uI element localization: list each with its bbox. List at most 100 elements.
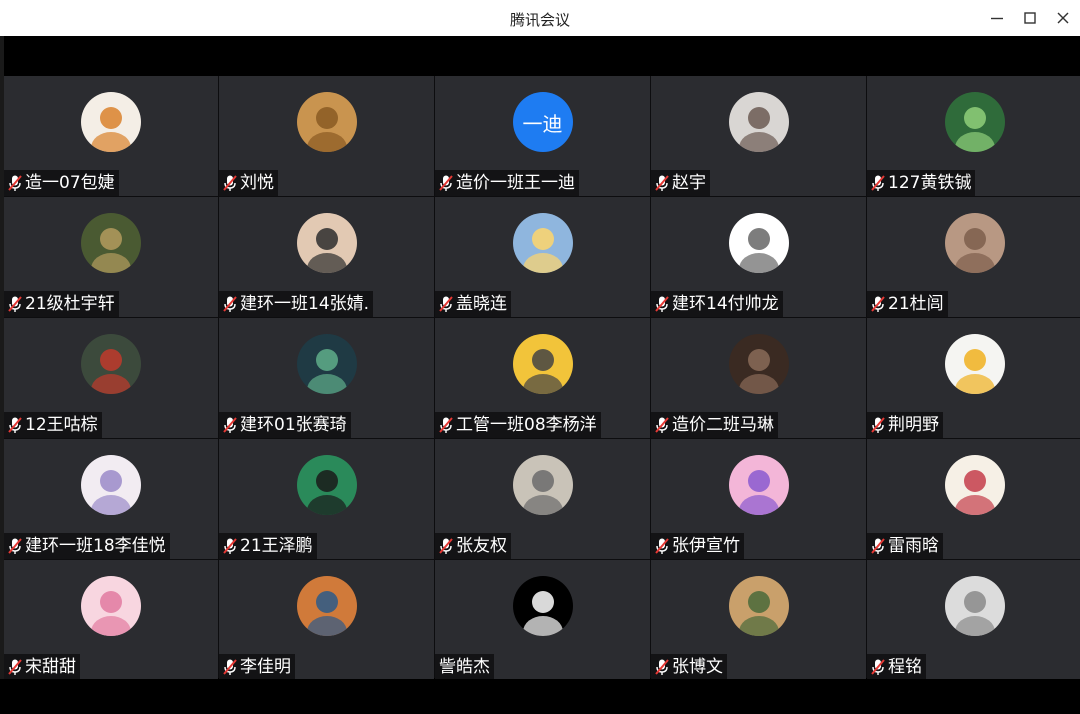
participant-name: 宋甜甜 bbox=[25, 657, 76, 677]
avatar bbox=[944, 455, 1005, 515]
avatar-image bbox=[738, 591, 779, 636]
avatar-image bbox=[954, 349, 995, 394]
mic-muted-icon bbox=[653, 294, 671, 314]
participant-tile[interactable]: 李佳明 bbox=[219, 560, 434, 680]
avatar bbox=[728, 213, 789, 273]
minimize-button[interactable] bbox=[984, 6, 1010, 30]
avatar-image bbox=[738, 349, 779, 394]
participant-tile[interactable]: 建环01张赛琦 bbox=[219, 318, 434, 438]
participant-tile[interactable]: 荆明野 bbox=[867, 318, 1080, 438]
participant-name: 张友权 bbox=[456, 536, 507, 556]
avatar-image bbox=[954, 470, 995, 515]
mic-muted-icon bbox=[653, 173, 671, 193]
mic-muted-icon bbox=[869, 173, 887, 193]
name-tag: 盖晓连 bbox=[435, 291, 511, 317]
close-button[interactable] bbox=[1050, 6, 1076, 30]
participant-tile[interactable]: 赵宇 bbox=[651, 76, 866, 196]
name-tag: 程铭 bbox=[867, 654, 926, 680]
participant-tile[interactable]: 12王咕棕 bbox=[4, 318, 218, 438]
participant-tile[interactable]: 张博文 bbox=[651, 560, 866, 680]
name-tag: 建环一班14张婧. bbox=[219, 291, 374, 317]
participant-name: 訾皓杰 bbox=[439, 657, 490, 677]
avatar-image bbox=[306, 591, 347, 636]
minimize-icon bbox=[991, 17, 1003, 20]
mic-muted-icon bbox=[221, 657, 239, 677]
participant-name: 12王咕棕 bbox=[25, 415, 98, 435]
participant-name: 工管一班08李杨洋 bbox=[456, 415, 597, 435]
avatar-image bbox=[91, 349, 131, 394]
participant-name: 张伊宣竹 bbox=[672, 536, 740, 556]
name-tag: 127黄铁铖 bbox=[867, 170, 976, 196]
mic-muted-icon bbox=[437, 415, 455, 435]
avatar-image bbox=[522, 591, 563, 636]
mic-muted-icon bbox=[653, 657, 671, 677]
participant-name: 建环14付帅龙 bbox=[672, 294, 779, 314]
mic-muted-icon bbox=[6, 536, 24, 556]
maximize-button[interactable] bbox=[1017, 6, 1043, 30]
participant-tile[interactable]: 127黄铁铖 bbox=[867, 76, 1080, 196]
participant-tile[interactable]: 21杜闾 bbox=[867, 197, 1080, 317]
name-tag: 赵宇 bbox=[651, 170, 710, 196]
participant-tile[interactable]: 张伊宣竹 bbox=[651, 439, 866, 559]
mic-muted-icon bbox=[221, 173, 239, 193]
participant-grid: 造一07包婕 刘悦 一迪 造价一班王一迪赵宇 127黄铁铖 21级杜宇轩 建环一班14张婧.… bbox=[4, 76, 1080, 680]
name-tag: 造价二班马琳 bbox=[651, 412, 778, 438]
avatar bbox=[944, 334, 1005, 394]
name-tag: 21杜闾 bbox=[867, 291, 948, 317]
participant-tile[interactable]: 宋甜甜 bbox=[4, 560, 218, 680]
participant-name: 建环一班18李佳悦 bbox=[25, 536, 166, 556]
mic-muted-icon bbox=[221, 415, 239, 435]
participant-tile[interactable]: 工管一班08李杨洋 bbox=[435, 318, 650, 438]
participant-tile[interactable]: 一迪 造价一班王一迪 bbox=[435, 76, 650, 196]
participant-tile[interactable]: 訾皓杰 bbox=[435, 560, 650, 680]
name-tag: 建环14付帅龙 bbox=[651, 291, 783, 317]
avatar-image bbox=[522, 349, 563, 394]
participant-tile[interactable]: 张友权 bbox=[435, 439, 650, 559]
mic-muted-icon bbox=[221, 536, 239, 556]
name-tag: 张博文 bbox=[651, 654, 727, 680]
avatar bbox=[728, 455, 789, 515]
mic-muted-icon bbox=[869, 536, 887, 556]
name-tag: 造一07包婕 bbox=[4, 170, 119, 196]
participant-tile[interactable]: 21王泽鹏 bbox=[219, 439, 434, 559]
participant-tile[interactable]: 刘悦 bbox=[219, 76, 434, 196]
participant-tile[interactable]: 建环一班14张婧. bbox=[219, 197, 434, 317]
avatar bbox=[512, 334, 573, 394]
participant-tile[interactable]: 造价二班马琳 bbox=[651, 318, 866, 438]
participant-tile[interactable]: 造一07包婕 bbox=[4, 76, 218, 196]
avatar-image bbox=[91, 107, 131, 152]
participant-name: 赵宇 bbox=[672, 173, 706, 193]
mic-muted-icon bbox=[869, 415, 887, 435]
mic-muted-icon bbox=[221, 294, 239, 314]
participant-name: 张博文 bbox=[672, 657, 723, 677]
bottom-black-strip bbox=[0, 679, 1080, 714]
avatar-image bbox=[91, 591, 131, 636]
participant-tile[interactable]: 21级杜宇轩 bbox=[4, 197, 218, 317]
participant-tile[interactable]: 程铭 bbox=[867, 560, 1080, 680]
avatar bbox=[944, 92, 1005, 152]
name-tag: 12王咕棕 bbox=[4, 412, 102, 438]
avatar bbox=[944, 576, 1005, 636]
participant-tile[interactable]: 建环14付帅龙 bbox=[651, 197, 866, 317]
name-tag: 雷雨晗 bbox=[867, 533, 943, 559]
participant-name: 21杜闾 bbox=[888, 294, 944, 314]
avatar-image bbox=[306, 470, 347, 515]
avatar-image bbox=[522, 228, 563, 273]
avatar bbox=[296, 576, 357, 636]
avatar bbox=[512, 213, 573, 273]
name-tag: 造价一班王一迪 bbox=[435, 170, 579, 196]
participant-name: 21级杜宇轩 bbox=[25, 294, 115, 314]
participant-tile[interactable]: 雷雨晗 bbox=[867, 439, 1080, 559]
avatar bbox=[944, 213, 1005, 273]
avatar bbox=[728, 92, 789, 152]
mic-muted-icon bbox=[653, 415, 671, 435]
participant-name: 李佳明 bbox=[240, 657, 291, 677]
title-bar: 腾讯会议 bbox=[0, 0, 1080, 37]
avatar-image bbox=[738, 228, 779, 273]
avatar-image bbox=[306, 349, 347, 394]
participant-name: 127黄铁铖 bbox=[888, 173, 972, 193]
participant-tile[interactable]: 建环一班18李佳悦 bbox=[4, 439, 218, 559]
participant-tile[interactable]: 盖晓连 bbox=[435, 197, 650, 317]
window-title: 腾讯会议 bbox=[509, 11, 570, 29]
mic-muted-icon bbox=[437, 536, 455, 556]
